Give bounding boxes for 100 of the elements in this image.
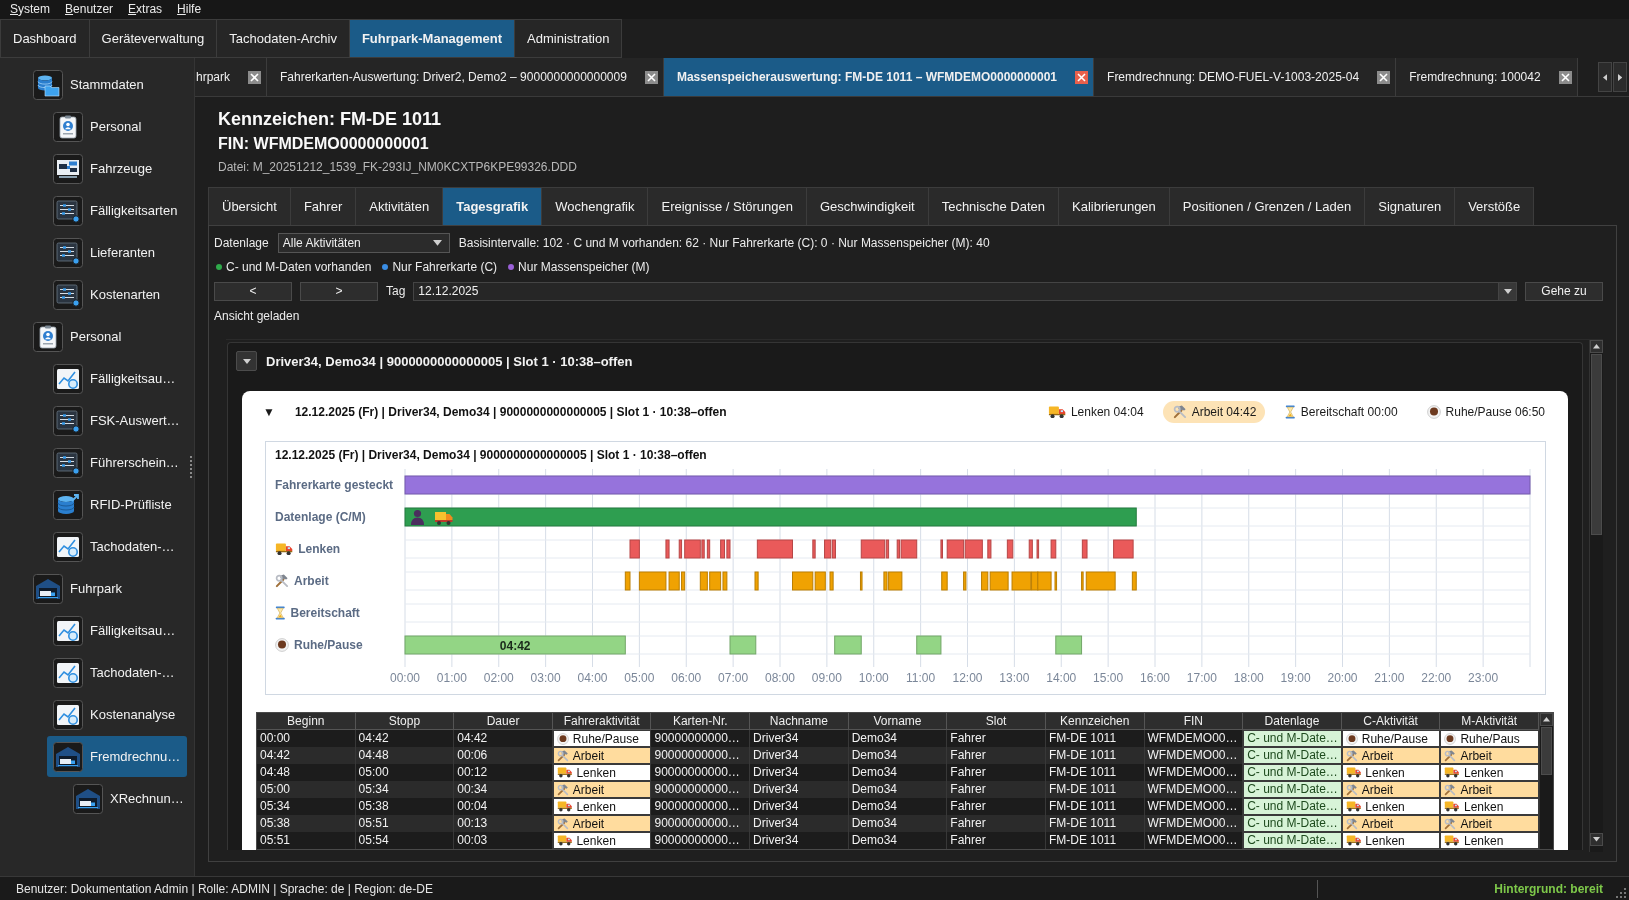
close-button[interactable] <box>1377 70 1391 84</box>
main-tab[interactable]: Administration <box>514 19 623 58</box>
collapse-toggle[interactable]: ▼ <box>263 405 275 419</box>
column-header[interactable]: FIN <box>1144 713 1244 730</box>
truck-icon <box>1345 767 1362 778</box>
main-tab[interactable]: Dashboard <box>0 19 90 58</box>
total-chip[interactable]: Ruhe/Pause 06:50 <box>1416 401 1554 423</box>
column-header[interactable]: Vorname <box>848 713 948 730</box>
close-button[interactable] <box>248 70 261 84</box>
column-header[interactable]: Beginn <box>257 713 356 730</box>
date-field[interactable]: 12.12.2025 <box>413 281 1517 301</box>
section-tab[interactable]: Geschwindigkeit <box>806 187 929 225</box>
sidebar-item[interactable]: Tachodaten-… <box>47 652 187 693</box>
menu-item[interactable]: Hilfe <box>177 2 202 17</box>
next-button[interactable]: > <box>300 281 378 301</box>
scrollbar[interactable] <box>1539 713 1553 849</box>
document-tab[interactable]: Fremdrechnung: DEMO-FUEL-V-1003-2025-04 <box>1094 58 1397 96</box>
sidebar-item[interactable]: Stammdaten <box>27 64 187 105</box>
section-tab[interactable]: Wochengrafik <box>541 187 649 225</box>
table-cell: Driver34 <box>750 730 849 747</box>
close-button[interactable] <box>1558 70 1572 84</box>
column-header[interactable]: Karten-Nr. <box>651 713 751 730</box>
column-header[interactable]: Kennzeichen <box>1045 713 1145 730</box>
section-tab[interactable]: Übersicht <box>208 187 291 225</box>
scroll-right-button[interactable] <box>1613 62 1627 92</box>
sidebar-item[interactable]: Fälligkeitsau… <box>47 358 187 399</box>
prev-button[interactable]: < <box>214 281 292 301</box>
table-cell: Driver34 <box>750 764 849 781</box>
table-cell: Fahrer <box>947 815 1046 832</box>
sidebar-item[interactable]: Kostenarten <box>47 274 187 315</box>
sidebar-item[interactable]: Führerschein… <box>47 442 187 483</box>
garage-icon <box>33 573 63 604</box>
section-tab[interactable]: Positionen / Grenzen / Laden <box>1168 187 1366 225</box>
main-tab[interactable]: Tachodaten-Archiv <box>216 19 350 58</box>
axis-label: 09:00 <box>811 671 842 685</box>
scroll-up-button[interactable] <box>1540 713 1553 726</box>
column-header[interactable]: Slot <box>947 713 1046 730</box>
section-tab[interactable]: Aktivitäten <box>355 187 444 225</box>
section-tab[interactable]: Ereignisse / Störungen <box>647 187 807 225</box>
sidebar-item[interactable]: Fremdrechnu… <box>47 736 187 777</box>
scroll-left-button[interactable] <box>1598 62 1612 92</box>
menu-item[interactable]: Extras <box>128 2 163 17</box>
section-tab[interactable]: Fahrer <box>289 187 357 225</box>
collapse-button[interactable] <box>236 351 257 371</box>
column-header[interactable]: Nachname <box>750 713 849 730</box>
section-tab[interactable]: Verstöße <box>1454 187 1535 225</box>
sidebar-item[interactable]: Kostenanalyse <box>47 694 187 735</box>
row-label: Fahrerkarte gesteckt <box>275 478 394 492</box>
sidebar-item[interactable]: XRechnun… <box>67 778 187 819</box>
go-button[interactable]: Gehe zu <box>1525 281 1603 301</box>
column-header[interactable]: Stopp <box>355 713 455 730</box>
sidebar-item[interactable]: Lieferanten <box>47 232 187 273</box>
sidebar-item[interactable]: Fälligkeitsarten <box>47 190 187 231</box>
menu-item[interactable]: Benutzer <box>65 2 114 17</box>
sidebar-item[interactable]: Fuhrpark <box>27 568 187 609</box>
document-tab[interactable]: Massenspeicherauswertung: FM-DE 1011 – WFMDEMO0000000001 <box>663 58 1095 96</box>
close-button[interactable] <box>1075 70 1089 84</box>
menu-item[interactable]: System <box>10 2 51 17</box>
axis-label: 14:00 <box>1046 671 1077 685</box>
main-tab[interactable]: Geräteverwaltung <box>88 19 218 58</box>
column-header[interactable]: Fahreraktivität <box>552 713 652 730</box>
sidebar-item[interactable]: FSK-Auswert… <box>47 400 187 441</box>
dropdown-button[interactable] <box>1498 282 1516 300</box>
resize-grip-icon[interactable] <box>1616 887 1626 898</box>
dropdown[interactable]: Alle Aktivitäten <box>277 233 450 253</box>
section-tab[interactable]: Technische Daten <box>927 187 1059 225</box>
total-chip[interactable]: Lenken 04:04 <box>1037 401 1153 423</box>
sidebar-item[interactable]: Personal <box>47 106 187 147</box>
list-icon <box>53 447 83 478</box>
scrollbar-thumb[interactable] <box>1541 727 1552 775</box>
document-tab[interactable]: hrpark <box>195 58 267 96</box>
section-tab[interactable]: Kalibrierungen <box>1058 187 1170 225</box>
sidebar-item[interactable]: Personal <box>27 316 187 357</box>
sidebar-item[interactable]: Fahrzeuge <box>47 148 187 189</box>
table-cell: Demo34 <box>848 815 948 832</box>
sidebar-item[interactable]: Fälligkeitsau… <box>47 610 187 651</box>
line-chart-icon <box>53 615 83 646</box>
sidebar-item[interactable]: RFID-Prüfliste <box>47 484 187 525</box>
activity-label: Arbeit <box>572 748 605 763</box>
scrollbar[interactable] <box>1589 340 1603 852</box>
scroll-down-button[interactable] <box>1590 833 1603 846</box>
close-icon <box>646 72 656 82</box>
sidebar-item[interactable]: Tachodaten-… <box>47 526 187 567</box>
section-tab[interactable]: Tagesgrafik <box>442 187 543 225</box>
total-chip[interactable]: Arbeit 04:42 <box>1162 401 1266 423</box>
column-header[interactable]: Dauer <box>454 713 553 730</box>
section-tab[interactable]: Signaturen <box>1364 187 1456 225</box>
column-header[interactable]: Datenlage <box>1243 713 1342 730</box>
column-header[interactable]: M-Aktivität <box>1440 713 1539 730</box>
total-chip[interactable]: Bereitschaft 00:00 <box>1275 401 1407 423</box>
scroll-up-button[interactable] <box>1590 340 1603 353</box>
scrollbar-thumb[interactable] <box>1591 354 1602 535</box>
document-tab[interactable]: Fremdrechnung: 100042 <box>1396 58 1578 96</box>
document-tab[interactable]: Fahrerkarten-Auswertung: Driver2, Demo2 – 9000000000000009 <box>267 58 664 96</box>
table-cell: 90000000000… <box>651 781 751 798</box>
close-button[interactable] <box>644 70 658 84</box>
database-icon <box>33 69 63 100</box>
main-tab[interactable]: Fuhrpark-Management <box>348 19 516 58</box>
table-cell: FM-DE 1011 <box>1045 781 1145 798</box>
column-header[interactable]: C-Aktivität <box>1341 713 1441 730</box>
